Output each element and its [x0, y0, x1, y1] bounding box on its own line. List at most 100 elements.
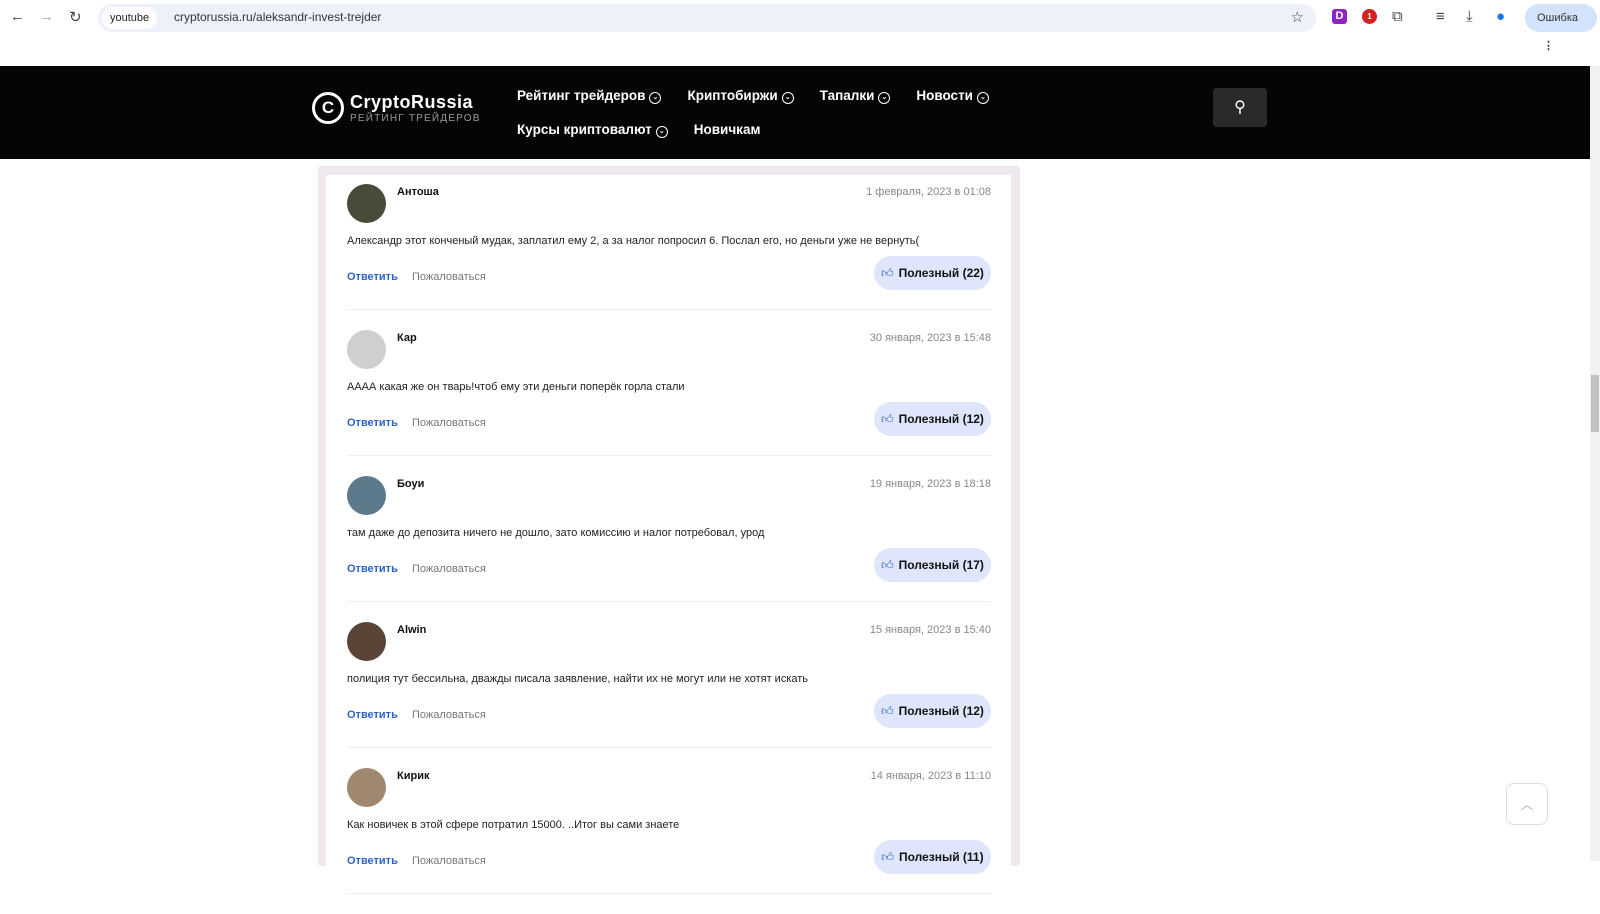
- divider: [347, 601, 991, 602]
- thumbs-up-icon: 👍︎: [881, 266, 894, 280]
- report-link[interactable]: Пожаловаться: [412, 855, 486, 867]
- reply-link[interactable]: Ответить: [347, 417, 398, 429]
- menu-item-beginners[interactable]: Новичкам: [694, 122, 761, 138]
- search-icon: ⚲: [1234, 99, 1246, 116]
- comments-list: Антоша 1 февраля, 2023 в 01:08 Александр…: [326, 175, 1011, 894]
- comment: Боуи 19 января, 2023 в 18:18 там даже до…: [347, 476, 991, 622]
- comment: Кар 30 января, 2023 в 15:48 АААА какая ж…: [347, 330, 991, 476]
- logo-subtitle: РЕЙТИНГ ТРЕЙДЕРОВ: [350, 113, 481, 124]
- reply-link[interactable]: Ответить: [347, 855, 398, 867]
- comment-date: 15 января, 2023 в 15:40: [869, 624, 991, 636]
- menu-item-news[interactable]: Новости ⌄: [916, 88, 989, 104]
- useful-label: Полезный (12): [898, 412, 984, 426]
- chevron-down-icon: ⌄: [649, 92, 662, 104]
- menu-item-rates[interactable]: Курсы криптовалют ⌄: [517, 122, 668, 138]
- report-link[interactable]: Пожаловаться: [412, 563, 486, 575]
- browser-toolbar: ← → ↻ youtube cryptorussia.ru/aleksandr-…: [0, 0, 1600, 52]
- reply-link[interactable]: Ответить: [347, 271, 398, 283]
- comment-author: Боуи: [397, 478, 425, 490]
- logo-icon: C: [312, 92, 344, 124]
- scrollbar-thumb[interactable]: [1591, 375, 1599, 432]
- comments-section: Антоша 1 февраля, 2023 в 01:08 Александр…: [318, 166, 1020, 894]
- menu-label: Новичкам: [693, 122, 761, 137]
- chevron-down-icon: ⌄: [878, 92, 891, 104]
- chevron-up-icon: ︿: [1520, 797, 1534, 812]
- menu-label: Рейтинг трейдеров: [517, 88, 646, 103]
- forward-icon[interactable]: →: [39, 8, 54, 25]
- menu-label: Новости: [916, 88, 973, 103]
- avatar: [347, 184, 386, 223]
- useful-button[interactable]: 👍︎ Полезный (12): [874, 694, 991, 728]
- comment-text: Александр этот конченый мудак, заплатил …: [347, 235, 920, 247]
- comment-author: Антоша: [397, 186, 439, 198]
- comment-text: АААА какая же он тварь!чтоб ему эти день…: [347, 381, 685, 393]
- site-logo[interactable]: C CryptoRussia РЕЙТИНГ ТРЕЙДЕРОВ: [312, 92, 481, 124]
- comment-date: 30 января, 2023 в 15:48: [869, 332, 991, 344]
- report-link[interactable]: Пожаловаться: [412, 417, 486, 429]
- avatar: [347, 330, 386, 369]
- comment-text: полиция тут бессильна, дважды писала зая…: [347, 673, 809, 685]
- thumbs-up-icon: 👍︎: [881, 850, 894, 864]
- report-link[interactable]: Пожаловаться: [412, 271, 486, 283]
- search-button[interactable]: ⚲: [1213, 88, 1267, 127]
- extension-badge-icon[interactable]: 1: [1362, 9, 1377, 24]
- useful-button[interactable]: 👍︎ Полезный (12): [874, 402, 991, 436]
- useful-label: Полезный (12): [898, 704, 984, 718]
- menu-item-tapalki[interactable]: Тапалки ⌄: [820, 88, 891, 104]
- reply-link[interactable]: Ответить: [347, 563, 398, 575]
- comment-date: 1 февраля, 2023 в 01:08: [866, 186, 991, 198]
- menu-label: Тапалки: [819, 88, 875, 103]
- profile-error-button[interactable]: Ошибка ⋮: [1525, 4, 1597, 52]
- chevron-down-icon: ⌄: [655, 126, 668, 138]
- avatar: [347, 476, 386, 515]
- extension-d-icon[interactable]: D: [1332, 9, 1347, 24]
- site-header: C CryptoRussia РЕЙТИНГ ТРЕЙДЕРОВ Рейтинг…: [0, 66, 1590, 159]
- useful-button[interactable]: 👍︎ Полезный (22): [874, 256, 991, 290]
- chevron-down-icon: ⌄: [781, 92, 794, 104]
- media-control-icon[interactable]: ≡: [1436, 8, 1445, 25]
- menu-item-ratings[interactable]: Рейтинг трейдеров ⌄: [517, 88, 662, 104]
- reload-icon[interactable]: ↻: [69, 8, 82, 26]
- useful-label: Полезный (11): [898, 850, 984, 864]
- menu-label: Криптобиржи: [687, 88, 778, 103]
- report-link[interactable]: Пожаловаться: [412, 709, 486, 721]
- more-menu-icon[interactable]: ⋮: [1543, 40, 1554, 52]
- comment: Кирик 14 января, 2023 в 11:10 Как новиче…: [347, 768, 991, 914]
- error-label: Ошибка: [1537, 12, 1578, 24]
- comment-date: 14 января, 2023 в 11:10: [870, 770, 991, 782]
- address-bar[interactable]: youtube cryptorussia.ru/aleksandr-invest…: [98, 4, 1316, 32]
- divider: [347, 893, 991, 894]
- divider: [347, 309, 991, 310]
- comment-author: Кар: [397, 332, 417, 344]
- divider: [347, 747, 991, 748]
- useful-button[interactable]: 👍︎ Полезный (17): [874, 548, 991, 582]
- back-icon[interactable]: ←: [10, 8, 25, 25]
- thumbs-up-icon: 👍︎: [881, 412, 894, 426]
- useful-label: Полезный (17): [898, 558, 984, 572]
- logo-title: CryptoRussia: [350, 92, 474, 112]
- reply-link[interactable]: Ответить: [347, 709, 398, 721]
- extension-badge-count: 1: [1367, 12, 1372, 21]
- avatar: [347, 768, 386, 807]
- site-info-chip[interactable]: youtube: [102, 7, 158, 29]
- useful-button[interactable]: 👍︎ Полезный (11): [874, 840, 991, 874]
- menu-item-exchanges[interactable]: Криптобиржи ⌄: [687, 88, 794, 104]
- bookmark-star-icon[interactable]: ☆: [1291, 8, 1304, 26]
- main-menu: Рейтинг трейдеров ⌄ Криптобиржи ⌄ Тапалки ⌄…: [517, 88, 1157, 138]
- thumbs-up-icon: 👍︎: [881, 558, 894, 572]
- download-icon[interactable]: ⤓: [1466, 8, 1473, 25]
- menu-label: Курсы криптовалют: [517, 122, 652, 137]
- avatar: [347, 622, 386, 661]
- extensions-puzzle-icon[interactable]: ⧉: [1392, 8, 1403, 25]
- url-text[interactable]: cryptorussia.ru/aleksandr-invest-trejder: [174, 10, 381, 24]
- comment: Антоша 1 февраля, 2023 в 01:08 Александр…: [347, 184, 991, 330]
- profile-avatar-icon[interactable]: ●: [1496, 8, 1505, 25]
- useful-label: Полезный (22): [898, 266, 984, 280]
- thumbs-up-icon: 👍︎: [881, 704, 894, 718]
- scrollbar[interactable]: [1590, 66, 1600, 861]
- comment-text: там даже до депозита ничего не дошло, за…: [347, 527, 765, 539]
- comment-author: Alwin: [397, 624, 427, 636]
- scroll-to-top-button[interactable]: ︿: [1506, 783, 1548, 825]
- chevron-down-icon: ⌄: [976, 92, 989, 104]
- divider: [347, 455, 991, 456]
